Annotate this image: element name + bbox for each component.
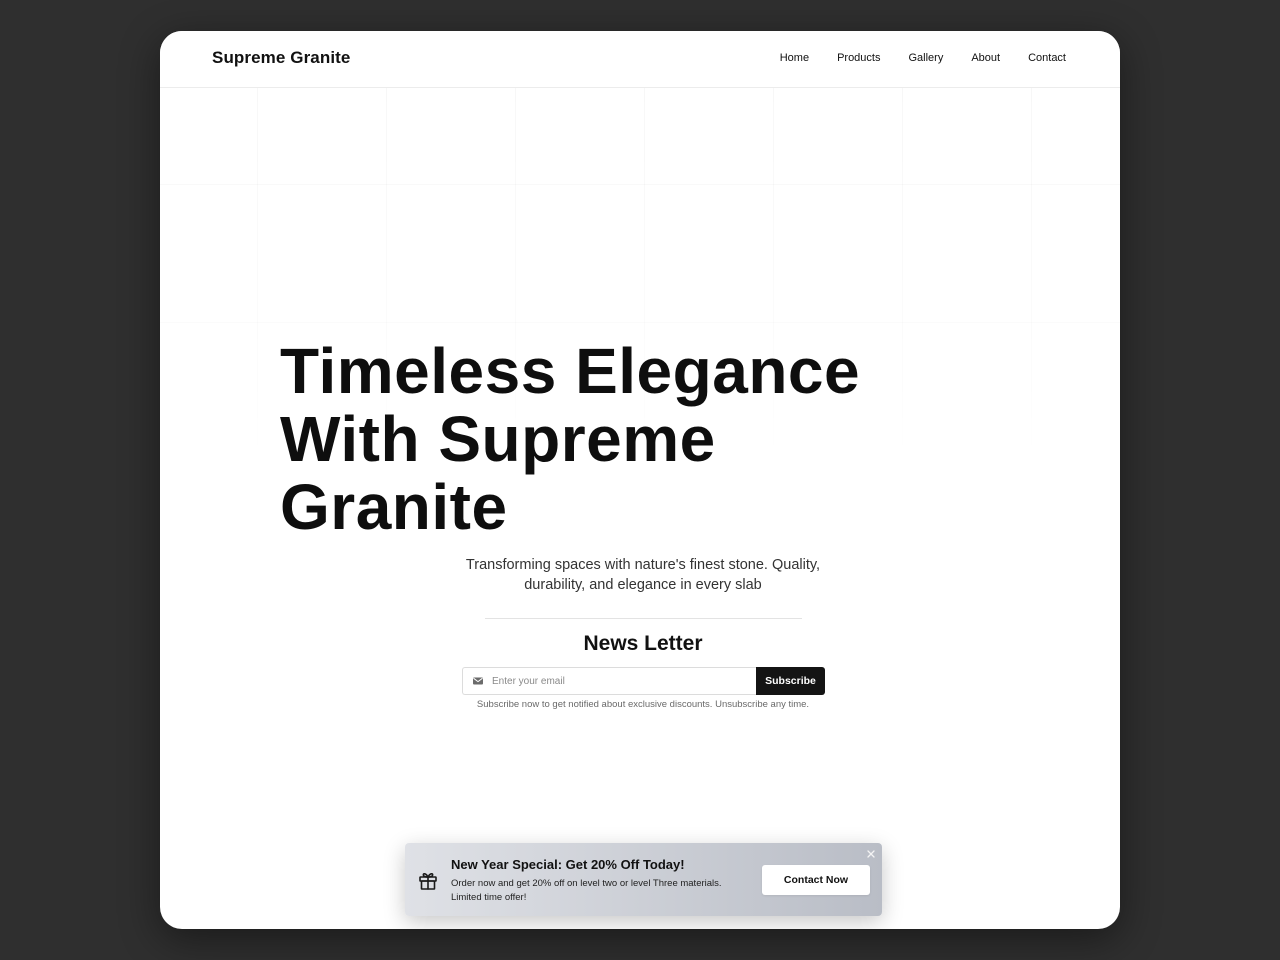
newsletter-note: Subscribe now to get notified about excl… [476, 699, 810, 710]
email-input[interactable] [492, 675, 732, 687]
hero-title: Timeless Elegance With Supreme Granite [280, 337, 1000, 541]
subscribe-button[interactable]: Subscribe [756, 667, 825, 695]
hero-subtitle: Transforming spaces with nature's finest… [465, 557, 821, 593]
newsletter-form: Subscribe [462, 667, 825, 695]
contact-now-button[interactable]: Contact Now [762, 865, 870, 895]
hero-title-line: With Supreme [280, 403, 716, 475]
browser-frame: Supreme Granite Home Products Gallery Ab… [160, 31, 1120, 929]
nav-contact[interactable]: Contact [1028, 52, 1066, 64]
nav-about[interactable]: About [971, 52, 1000, 64]
promo-title: New Year Special: Get 20% Off Today! [451, 857, 685, 872]
hero-title-line: Granite [280, 471, 508, 543]
promo-banner: New Year Special: Get 20% Off Today! Ord… [405, 843, 882, 916]
promo-text: Order now and get 20% off on level two o… [451, 878, 722, 903]
newsletter-title: News Letter [583, 632, 703, 655]
brand-logo[interactable]: Supreme Granite [212, 48, 351, 68]
hero-title-line: Timeless Elegance [280, 335, 861, 407]
mail-icon [472, 675, 484, 687]
nav-gallery[interactable]: Gallery [908, 52, 943, 64]
close-icon[interactable] [865, 847, 877, 859]
gift-icon [417, 869, 439, 891]
navbar: Supreme Granite Home Products Gallery Ab… [160, 31, 1120, 88]
nav-home[interactable]: Home [780, 52, 809, 64]
nav-links: Home Products Gallery About Contact [780, 52, 1066, 64]
nav-products[interactable]: Products [837, 52, 880, 64]
email-field-wrapper [462, 667, 756, 695]
divider [485, 618, 802, 619]
